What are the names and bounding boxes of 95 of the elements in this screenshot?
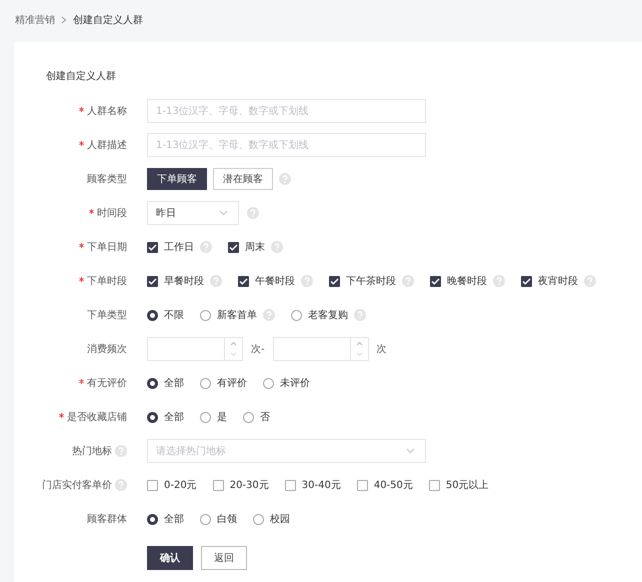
option-label: 有评价 [217,377,247,390]
option-label: 50元以上 [446,478,489,492]
option-label: 20-30元 [230,479,269,492]
segment-button[interactable]: 下单顾客 [147,168,207,190]
unit-label: 次- [251,343,265,356]
chevron-up-icon[interactable] [356,341,363,346]
unit-label: 次 [376,343,387,356]
radio-button[interactable] [147,378,158,388]
option-label: 白领 [217,513,237,526]
field-label: 下单类型 [87,308,127,322]
radio-button[interactable] [291,310,302,320]
option-label: 全部 [164,376,184,390]
option-label: 老客复购 [308,308,348,322]
chevron-up-icon[interactable] [230,341,237,346]
radio-button[interactable] [147,310,158,320]
help-icon[interactable] [402,275,414,287]
help-icon[interactable] [115,445,127,457]
option-label: 0-20元 [164,479,197,492]
field-label: 时间段 [97,206,127,220]
field-label: 消费频次 [87,342,127,356]
option-label: 新客首单 [217,308,257,322]
help-icon[interactable] [354,309,366,321]
radio-button[interactable] [147,514,158,524]
checkbox[interactable] [147,276,158,286]
radio-button[interactable] [200,412,211,422]
number-input[interactable] [272,337,369,361]
option-label: 晚餐时段 [447,274,487,288]
chevron-down-icon [406,448,415,454]
checkbox[interactable] [284,480,296,490]
field-label: 热门地标 [72,444,112,458]
back-button[interactable]: 返回 [201,546,247,570]
checkbox[interactable] [428,480,440,490]
breadcrumb-item: 创建自定义人群 [73,14,143,27]
help-icon[interactable] [115,479,127,491]
help-icon[interactable] [210,275,222,287]
checkbox[interactable] [228,242,239,252]
option-label: 早餐时段 [164,274,204,288]
option-label: 全部 [164,410,184,424]
field-label: 有无评价 [87,377,127,390]
radio-button[interactable] [200,514,211,524]
help-icon[interactable] [301,275,313,287]
option-label: 全部 [164,512,184,526]
help-icon[interactable] [271,241,283,253]
checkbox[interactable] [238,276,249,286]
help-icon[interactable] [493,275,505,287]
field-label: 是否收藏店铺 [67,410,127,424]
field-label: 顾客类型 [87,172,127,186]
help-icon[interactable] [279,173,291,185]
number-input[interactable] [147,337,243,361]
segment-button[interactable]: 潜在顾客 [213,168,273,190]
checkbox[interactable] [521,276,532,286]
chevron-down-icon [219,210,228,216]
option-label: 午餐时段 [255,274,295,288]
option-label: 30-40元 [302,479,341,492]
confirm-button[interactable]: 确认 [147,546,193,570]
text-input[interactable]: 1-13位汉字、字母、数字或下划线 [147,99,426,123]
checkbox[interactable] [147,242,158,252]
checkbox[interactable] [147,480,158,490]
option-label: 不限 [164,309,184,322]
option-label: 是 [217,411,227,424]
help-icon[interactable] [263,309,275,321]
form-title: 创建自定义人群 [45,70,117,84]
breadcrumb-item[interactable]: 精准营销 [15,13,55,27]
help-icon[interactable] [200,241,212,253]
chevron-right-icon [61,16,67,24]
radio-button[interactable] [147,412,158,422]
field-label: 人群名称 [87,105,127,118]
chevron-down-icon[interactable] [230,352,237,357]
option-label: 未评价 [280,376,310,390]
field-label: 顾客群体 [87,512,127,526]
checkbox[interactable] [430,276,441,286]
option-label: 否 [260,411,270,424]
field-label: 下单日期 [87,240,127,254]
help-icon[interactable] [247,207,259,219]
select-field[interactable]: 昨日 [147,201,239,225]
field-label: 门店实付客单价 [42,478,112,492]
option-label: 校园 [270,512,290,526]
field-label: 人群描述 [87,138,127,152]
radio-button[interactable] [243,412,254,422]
option-label: 周末 [245,240,265,254]
field-label: 下单时段 [87,274,127,288]
text-input[interactable]: 1-13位汉字、字母、数字或下划线 [147,133,426,157]
radio-button[interactable] [253,514,264,524]
option-label: 40-50元 [374,479,413,492]
checkbox[interactable] [356,480,368,490]
chevron-down-icon[interactable] [356,352,363,357]
checkbox[interactable] [329,276,340,286]
checkbox[interactable] [212,480,224,490]
radio-button[interactable] [200,378,211,388]
radio-button[interactable] [200,310,211,320]
option-label: 工作日 [164,241,194,254]
help-icon[interactable] [584,275,596,287]
option-label: 夜宵时段 [538,274,578,288]
radio-button[interactable] [263,378,274,388]
option-label: 下午茶时段 [346,274,396,288]
